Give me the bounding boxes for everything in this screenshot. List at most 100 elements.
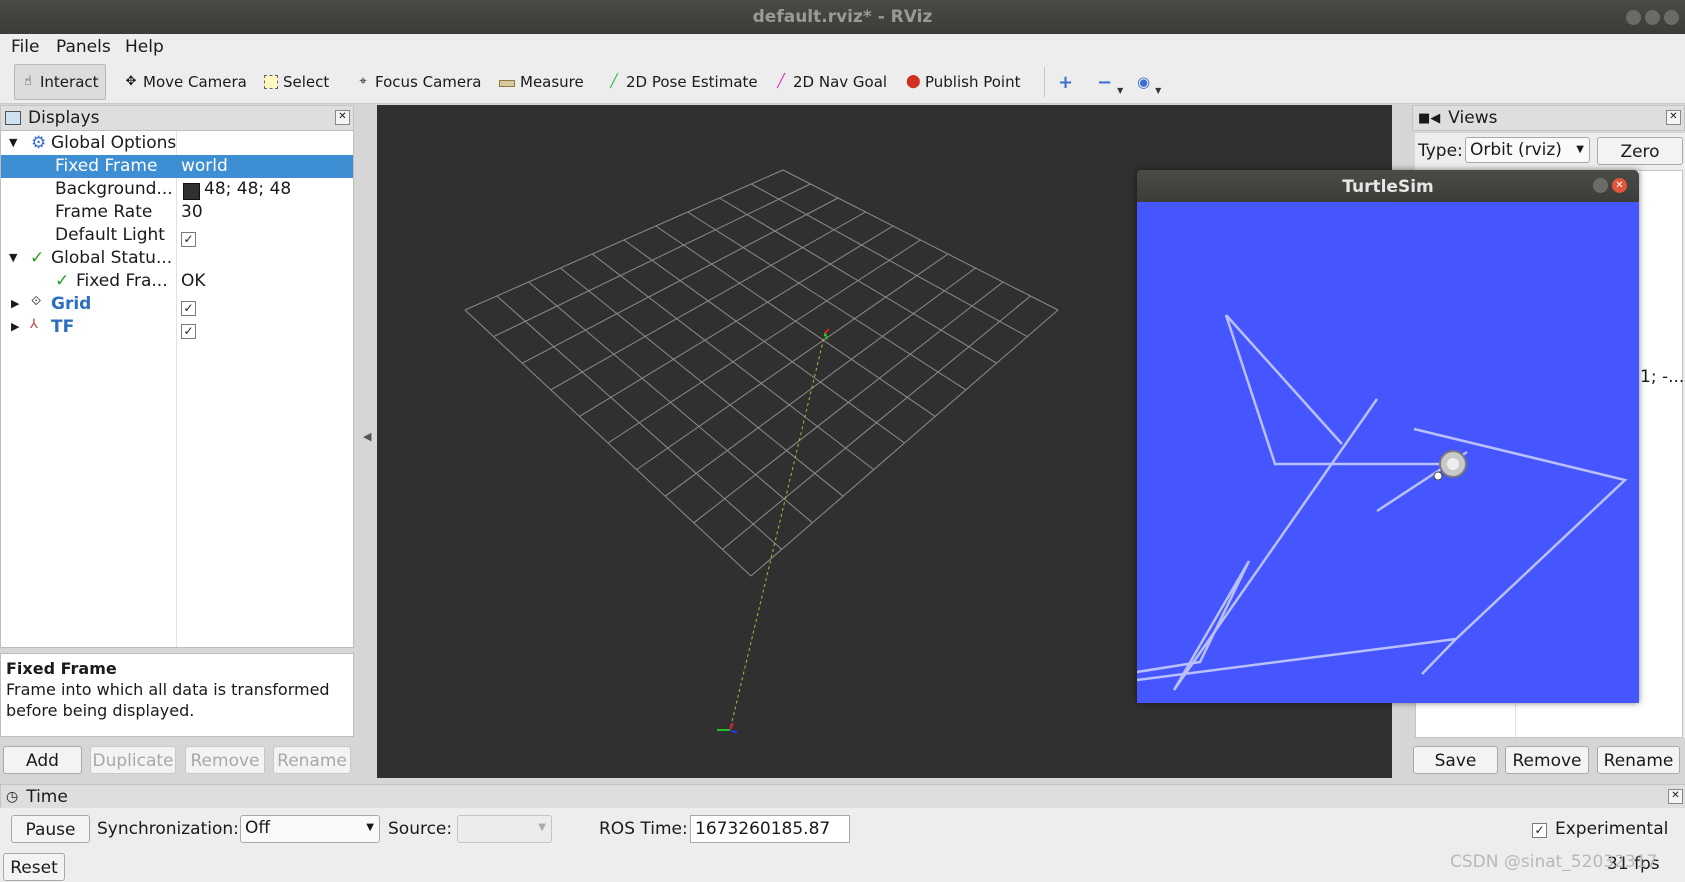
turtlesim-minimize-button[interactable]	[1593, 178, 1608, 193]
tree-row-grid[interactable]: ▶ ⟐ Grid ✓	[1, 293, 353, 316]
fixed-frame-value[interactable]: world	[181, 156, 228, 176]
checkmark-icon: ✓	[1532, 823, 1547, 838]
remove-display-button[interactable]: Remove	[185, 746, 265, 774]
displays-title: Displays	[28, 108, 100, 128]
pose-arrow-icon: ╱	[610, 74, 618, 89]
turtlesim-window[interactable]: TurtleSim ✕	[1136, 170, 1639, 703]
pause-button[interactable]: Pause	[11, 815, 90, 843]
rename-view-button[interactable]: Rename	[1597, 746, 1680, 774]
time-panel-header: ◷ Time ✕	[0, 784, 1685, 810]
expand-right-icon[interactable]: ▶	[11, 297, 19, 310]
default-light-checkbox[interactable]: ✓	[181, 228, 196, 248]
expand-right-icon[interactable]: ▶	[11, 320, 19, 333]
time-panel: Pause Synchronization: Off ▼ Source: ▼ R…	[0, 808, 1685, 882]
add-tool-button[interactable]: +	[1058, 69, 1073, 95]
rename-display-button[interactable]: Rename	[273, 746, 351, 774]
tool-interact[interactable]: ☝ Interact	[14, 64, 106, 100]
tool-2d-pose-estimate[interactable]: ╱ 2D Pose Estimate	[607, 69, 758, 95]
close-icon[interactable]: ✕	[335, 110, 350, 125]
tree-row-fixed-frame-status[interactable]: ✓ Fixed Fra... OK	[1, 270, 353, 293]
minimize-button[interactable]	[1626, 10, 1641, 25]
sync-select[interactable]: Off ▼	[240, 815, 380, 843]
tool-move-camera[interactable]: ✥ Move Camera	[124, 69, 247, 95]
clock-icon: ◷	[6, 789, 19, 805]
chevron-down-icon: ▼	[366, 822, 374, 833]
background-value[interactable]: 48; 48; 48	[204, 179, 291, 199]
duplicate-button[interactable]: Duplicate	[90, 746, 176, 774]
menu-panels[interactable]: Panels	[56, 37, 111, 57]
source-select[interactable]: ▼	[457, 815, 552, 843]
tool-measure-label: Measure	[520, 73, 584, 91]
turtle-path-segment	[1172, 398, 1379, 691]
turtle-path-segment	[1136, 560, 1251, 691]
property-description: Fixed Frame Frame into which all data is…	[0, 653, 354, 737]
tool-select-label: Select	[283, 73, 330, 91]
turtle-path-segment	[1225, 314, 1343, 445]
grid-checkbox[interactable]: ✓	[181, 297, 196, 317]
sync-value: Off	[245, 818, 271, 838]
ros-time-label: ROS Time:	[599, 819, 688, 839]
experimental-checkbox[interactable]: ✓	[1532, 819, 1547, 839]
add-button[interactable]: Add	[3, 746, 82, 774]
tree-row-frame-rate[interactable]: Frame Rate 30	[1, 201, 353, 224]
turtlesim-titlebar[interactable]: TurtleSim ✕	[1137, 170, 1639, 202]
tf-checkbox[interactable]: ✓	[181, 320, 196, 340]
reset-button[interactable]: Reset	[3, 853, 65, 881]
tool-focus-camera[interactable]: ⌖ Focus Camera	[356, 69, 481, 95]
plus-icon: +	[1058, 71, 1074, 93]
tree-row-tf[interactable]: ▶ ⅄ TF ✓	[1, 316, 353, 339]
remove-view-button[interactable]: Remove	[1505, 746, 1589, 774]
tool-2d-nav-goal[interactable]: ╱ 2D Nav Goal	[774, 69, 887, 95]
tree-row-global-options[interactable]: ▼ ⚙ Global Options	[1, 132, 353, 155]
turtle-path	[1136, 314, 1628, 691]
grid-line	[750, 183, 1028, 338]
displays-panel-header: Displays ✕	[0, 105, 354, 131]
panel-visibility-button[interactable]: ◉ ▼	[1137, 69, 1161, 95]
tool-publish-point[interactable]: ⬤ Publish Point	[906, 69, 1020, 95]
grid-line	[687, 211, 967, 391]
fixed-frame-status-value: OK	[181, 271, 206, 291]
zero-button[interactable]: Zero	[1597, 137, 1683, 165]
tree-row-global-status[interactable]: ▼ ✓ Global Statu...	[1, 247, 353, 270]
grid-display	[464, 169, 1059, 577]
turtle-shell-center	[1447, 458, 1459, 470]
save-view-button[interactable]: Save	[1413, 746, 1498, 774]
splitter-collapse-icon[interactable]: ◀	[363, 430, 371, 443]
tree-row-fixed-frame[interactable]: Fixed Frame world	[1, 155, 353, 178]
grid-line	[607, 239, 921, 444]
grid-line	[722, 295, 1031, 550]
close-icon[interactable]: ✕	[1666, 110, 1681, 125]
menu-help[interactable]: Help	[125, 37, 164, 57]
turtle-path-segment	[1136, 637, 1460, 682]
view-type-label: Type:	[1418, 141, 1463, 161]
chevron-down-icon: ▼	[1117, 85, 1124, 95]
checkmark-icon: ✓	[181, 301, 196, 316]
tree-row-default-light[interactable]: Default Light ✓	[1, 224, 353, 247]
tool-select[interactable]: Select	[264, 69, 329, 95]
frame-rate-value[interactable]: 30	[181, 202, 203, 222]
menu-file[interactable]: File	[11, 37, 39, 57]
displays-tree: ▼ ⚙ Global Options Fixed Frame world Bac…	[0, 130, 354, 648]
remove-tool-button[interactable]: − ▼	[1097, 69, 1123, 95]
close-icon[interactable]: ✕	[1668, 789, 1683, 804]
view-type-value: Orbit (rviz)	[1470, 140, 1562, 160]
views-title: Views	[1448, 108, 1498, 128]
gear-icon: ⚙	[31, 133, 47, 153]
maximize-button[interactable]	[1645, 10, 1660, 25]
color-swatch[interactable]	[183, 183, 200, 200]
turtlesim-canvas	[1136, 202, 1639, 703]
view-type-select[interactable]: Orbit (rviz) ▼	[1465, 137, 1590, 163]
expand-arrow-icon[interactable]: ▼	[9, 136, 17, 149]
expand-arrow-icon[interactable]: ▼	[9, 251, 17, 264]
ros-time-field[interactable]: 1673260185.87	[690, 815, 850, 843]
eye-icon: ◉	[1137, 73, 1151, 91]
tool-move-camera-label: Move Camera	[143, 73, 247, 91]
tool-measure[interactable]: Measure	[499, 69, 584, 95]
select-icon	[264, 75, 278, 89]
turtlesim-close-button[interactable]: ✕	[1612, 178, 1627, 193]
toolbar-separator	[1044, 67, 1045, 97]
close-button[interactable]	[1664, 10, 1679, 25]
tree-row-background[interactable]: Background... 48; 48; 48	[1, 178, 353, 201]
turtle-head	[1433, 471, 1443, 481]
window-title: default.rviz* - RViz	[752, 7, 933, 27]
